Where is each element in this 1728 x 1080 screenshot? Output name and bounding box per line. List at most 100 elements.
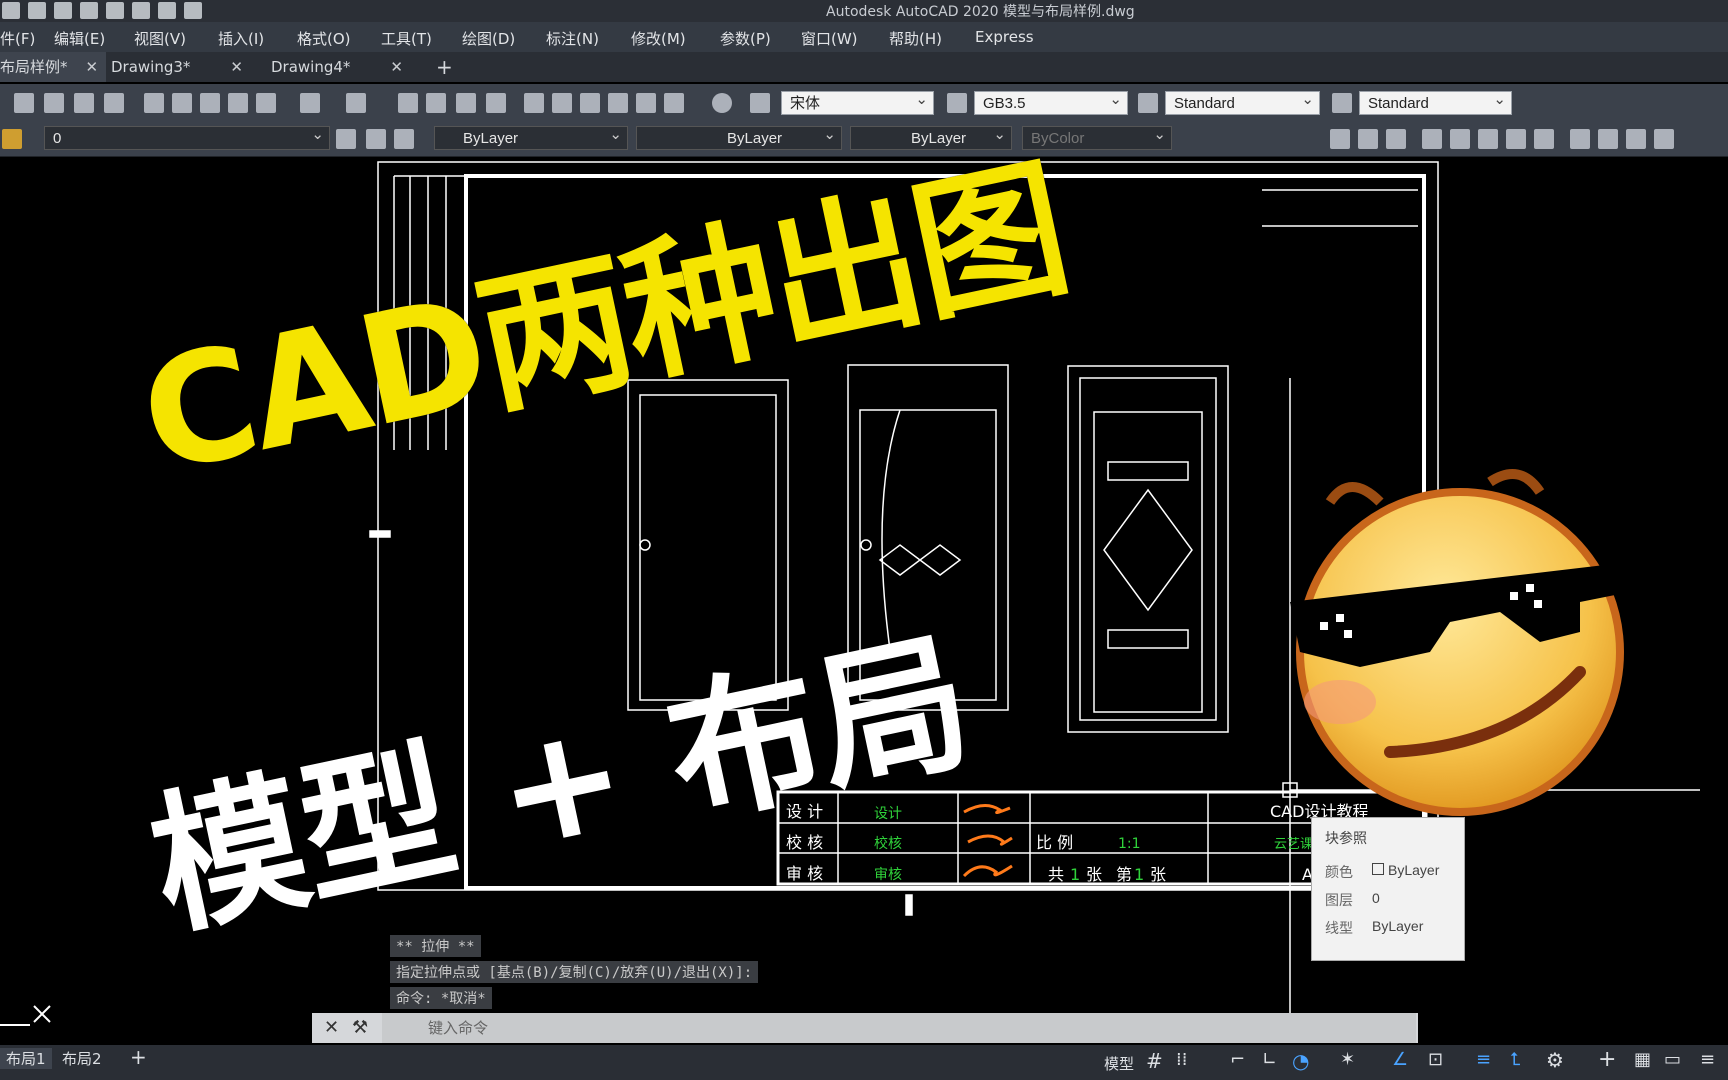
jogged-dim-icon[interactable] [1654, 129, 1674, 149]
menu-file[interactable]: 件(F) [0, 28, 35, 49]
calculator-icon[interactable]: ▦ [1634, 1049, 1651, 1070]
command-input[interactable]: 键入命令 [382, 1013, 1416, 1043]
polar-tracking-icon[interactable]: ◔ [1292, 1049, 1309, 1073]
osnap-tracking-icon[interactable]: ⊡ [1428, 1049, 1443, 1070]
layer-select[interactable]: 0 [44, 123, 330, 150]
table-style-select[interactable]: Standard [1165, 88, 1320, 115]
zoom-realtime-icon[interactable] [426, 93, 446, 113]
menu-modify[interactable]: 修改(M) [631, 28, 686, 49]
paste-icon[interactable] [200, 93, 220, 113]
radius-dim-icon[interactable] [1506, 129, 1526, 149]
monitor-icon[interactable]: ▭ [1664, 1049, 1681, 1070]
multileader-style-icon[interactable] [1332, 93, 1352, 113]
print-icon[interactable] [14, 93, 34, 113]
publish-icon[interactable] [74, 93, 94, 113]
sheet-set-icon[interactable] [608, 93, 628, 113]
circle-icon[interactable] [1358, 129, 1378, 149]
ortho-icon[interactable]: ∟ [1262, 1049, 1277, 1070]
menu-tools[interactable]: 工具(T) [381, 28, 432, 49]
infer-constraints-icon[interactable]: ⌐ [1230, 1049, 1245, 1070]
text-style-icon[interactable] [750, 93, 770, 113]
calculator-icon[interactable] [664, 93, 684, 113]
plot-style-select[interactable]: ByColor [1022, 123, 1172, 150]
menu-insert[interactable]: 插入(I) [218, 28, 264, 49]
menu-view[interactable]: 视图(V) [134, 28, 186, 49]
layer-states-icon[interactable] [394, 129, 414, 149]
menu-edit[interactable]: 编辑(E) [54, 28, 105, 49]
model-space-button[interactable]: 模型 [1104, 1053, 1134, 1074]
color-select[interactable]: ByLayer [434, 123, 628, 150]
menu-window[interactable]: 窗口(W) [801, 28, 858, 49]
zoom-window-icon[interactable] [456, 93, 476, 113]
layer-previous-icon[interactable] [366, 129, 386, 149]
block-editor-icon[interactable] [256, 93, 276, 113]
markup-icon[interactable] [636, 93, 656, 113]
match-properties-icon[interactable] [228, 93, 248, 113]
arc-icon[interactable] [1330, 129, 1350, 149]
export-icon[interactable] [80, 2, 98, 19]
dynamic-ucs-icon[interactable]: ⮤ [1510, 1049, 1521, 1070]
undo-icon[interactable] [300, 93, 320, 113]
tolerance-icon[interactable] [1570, 129, 1590, 149]
tool-palettes-icon[interactable] [580, 93, 600, 113]
multileader-style-select[interactable]: Standard [1359, 88, 1512, 115]
preview-icon[interactable] [44, 93, 64, 113]
make-current-layer-icon[interactable] [336, 129, 356, 149]
dim-style-select[interactable]: GB3.5 [974, 88, 1128, 115]
linear-dim-icon[interactable] [1422, 129, 1442, 149]
dim-style-icon[interactable] [947, 93, 967, 113]
inspect-icon[interactable] [1626, 129, 1646, 149]
menu-icon[interactable]: ≡ [1700, 1049, 1715, 1070]
tab-drawing4[interactable]: Drawing4* ✕ [263, 52, 411, 82]
add-layout-button[interactable]: + [130, 1045, 147, 1069]
tab-layout2[interactable]: 布局2 [62, 1048, 102, 1069]
plot-icon[interactable] [132, 2, 150, 19]
cut-icon[interactable] [144, 93, 164, 113]
redo-icon[interactable] [184, 2, 202, 19]
design-center-icon[interactable] [552, 93, 572, 113]
snap-icon[interactable]: ⁞⁞ [1176, 1049, 1187, 1070]
menu-dimension[interactable]: 标注(N) [546, 28, 599, 49]
menu-format[interactable]: 格式(O) [297, 28, 351, 49]
3d-print-icon[interactable] [104, 93, 124, 113]
revcloud-icon[interactable] [1386, 129, 1406, 149]
undo-icon[interactable] [158, 2, 176, 19]
grid-icon[interactable]: # [1146, 1049, 1163, 1073]
tab-layout-sample[interactable]: 布局样例* ✕ [0, 52, 107, 82]
text-style-select[interactable]: 宋体 [781, 88, 934, 115]
copy-icon[interactable] [172, 93, 192, 113]
layer-lock-icon[interactable] [2, 129, 22, 149]
tab-layout1[interactable]: 布局1 [0, 1048, 52, 1069]
menu-express[interactable]: Express [975, 28, 1034, 46]
menu-draw[interactable]: 绘图(D) [462, 28, 515, 49]
isodraft-icon[interactable]: ✶ [1340, 1049, 1355, 1070]
wrench-icon[interactable]: ⚒ [352, 1017, 368, 1038]
plus-icon[interactable]: + [1598, 1047, 1616, 1072]
menu-help[interactable]: 帮助(H) [889, 28, 942, 49]
gear-icon[interactable]: ⚙ [1546, 1048, 1564, 1072]
properties-icon[interactable] [524, 93, 544, 113]
tab-drawing3[interactable]: Drawing3* ✕ [103, 52, 251, 82]
center-mark-icon[interactable] [1598, 129, 1618, 149]
help-icon[interactable] [712, 93, 732, 113]
aligned-dim-icon[interactable] [1450, 129, 1470, 149]
close-icon[interactable]: ✕ [86, 58, 99, 76]
close-icon[interactable]: ✕ [324, 1017, 339, 1038]
osnap-icon[interactable]: ∠ [1392, 1049, 1408, 1070]
redo-icon[interactable] [346, 93, 366, 113]
share-icon[interactable] [106, 2, 124, 19]
table-style-icon[interactable] [1138, 93, 1158, 113]
zoom-previous-icon[interactable] [486, 93, 506, 113]
lineweight-icon[interactable]: ≡ [1476, 1049, 1491, 1070]
angular-dim-icon[interactable] [1534, 129, 1554, 149]
new-tab-button[interactable]: + [428, 52, 461, 82]
ordinate-dim-icon[interactable] [1478, 129, 1498, 149]
pan-icon[interactable] [398, 93, 418, 113]
save-as-icon[interactable] [54, 2, 72, 19]
menu-parametric[interactable]: 参数(P) [720, 28, 771, 49]
save-icon[interactable] [28, 2, 46, 19]
linetype-select[interactable]: ByLayer [636, 123, 842, 150]
close-icon[interactable]: ✕ [390, 58, 403, 76]
close-icon[interactable]: ✕ [230, 58, 243, 76]
open-icon[interactable] [2, 2, 20, 19]
